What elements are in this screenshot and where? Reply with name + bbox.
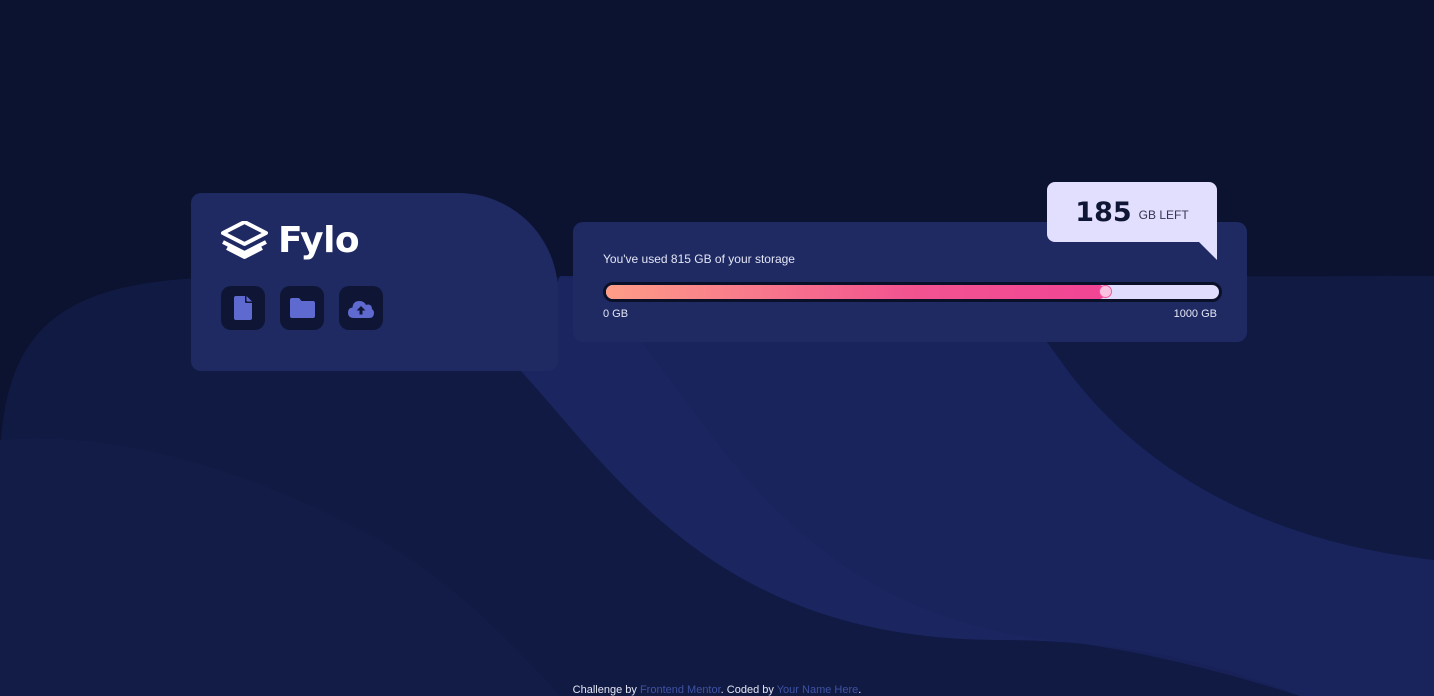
bubble-tail <box>1199 242 1217 260</box>
range-min-label: 0 GB <box>603 308 629 320</box>
upload-icon <box>348 300 374 318</box>
remaining-storage-bubble: 185 GB LEFT <box>1047 182 1217 260</box>
logo-card: Fylo <box>191 193 558 371</box>
footer-prefix: Challenge by <box>572 684 640 696</box>
logo-text: Fylo <box>278 220 360 261</box>
storage-usage-text: You've used 815 GB of your storage <box>603 252 795 266</box>
footer-middle: . Coded by <box>720 684 777 696</box>
author-link[interactable]: Your Name Here <box>777 684 859 696</box>
file-actions <box>221 286 398 330</box>
logo: Fylo <box>221 220 360 261</box>
storage-progress-bar <box>603 282 1222 302</box>
folder-icon <box>289 298 315 318</box>
layers-logo-icon <box>221 221 268 259</box>
document-button[interactable] <box>221 286 265 330</box>
range-max-label: 1000 GB <box>1173 308 1217 320</box>
upload-button[interactable] <box>339 286 383 330</box>
frontend-mentor-link[interactable]: Frontend Mentor <box>640 684 721 696</box>
remaining-unit: GB LEFT <box>1138 208 1189 222</box>
storage-progress-fill <box>606 285 1106 299</box>
footer-suffix: . <box>858 684 862 696</box>
attribution-footer: Challenge by Frontend Mentor. Coded by Y… <box>0 684 1434 696</box>
storage-progress-thumb <box>1098 285 1112 298</box>
document-icon <box>234 296 252 320</box>
folder-button[interactable] <box>280 286 324 330</box>
remaining-number: 185 <box>1075 196 1132 228</box>
